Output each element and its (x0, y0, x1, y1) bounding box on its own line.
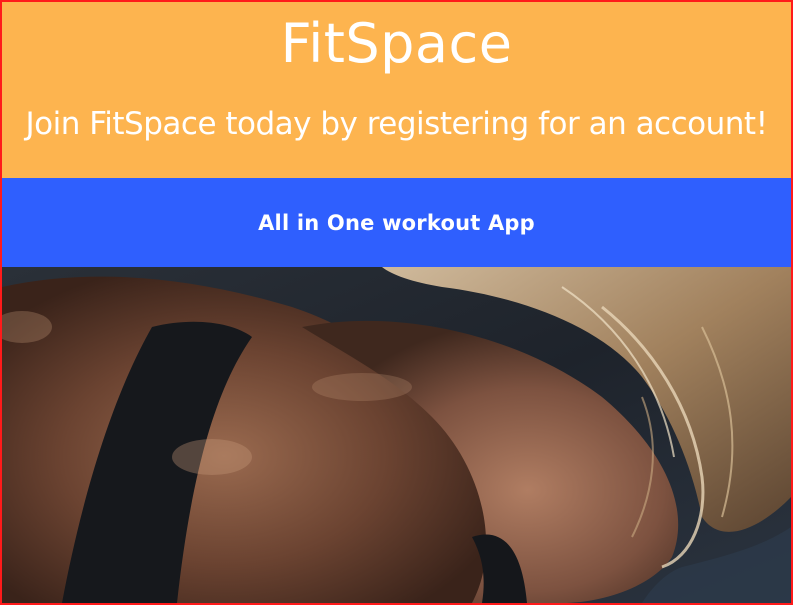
tagline: Join FitSpace today by registering for a… (25, 106, 768, 142)
feature-banner: All in One workout App (2, 178, 791, 267)
hero-header: FitSpace Join FitSpace today by register… (2, 2, 791, 178)
page-frame: FitSpace Join FitSpace today by register… (0, 0, 793, 605)
athlete-photo (2, 267, 791, 603)
brand-title: FitSpace (280, 12, 513, 75)
banner-text: All in One workout App (258, 210, 535, 235)
